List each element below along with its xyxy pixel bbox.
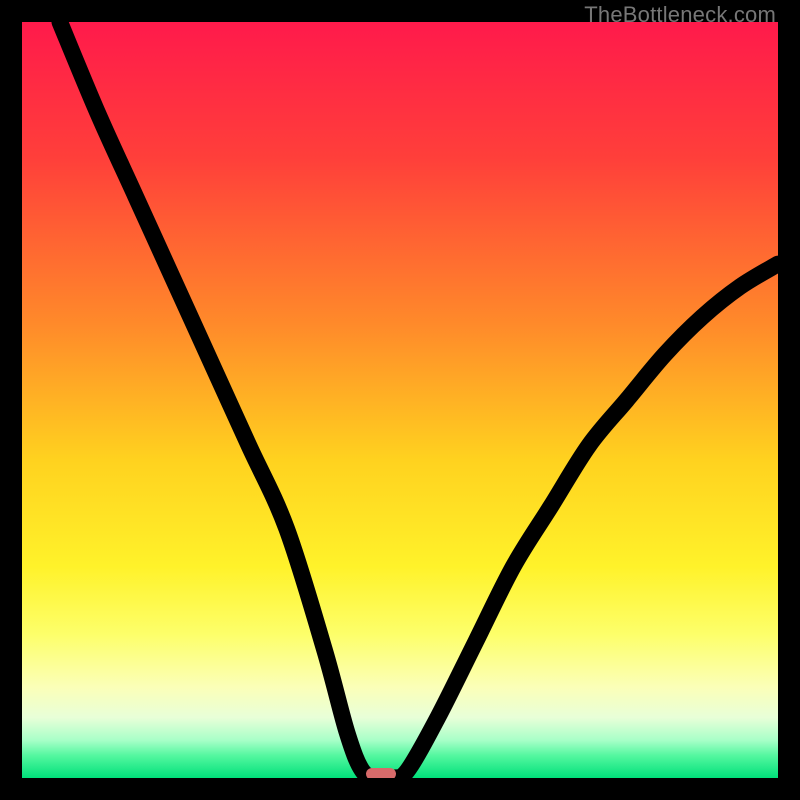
plot-area: [22, 22, 778, 778]
bottleneck-curve: [22, 22, 778, 778]
optimal-marker: [366, 768, 396, 778]
chart-frame: TheBottleneck.com: [0, 0, 800, 800]
